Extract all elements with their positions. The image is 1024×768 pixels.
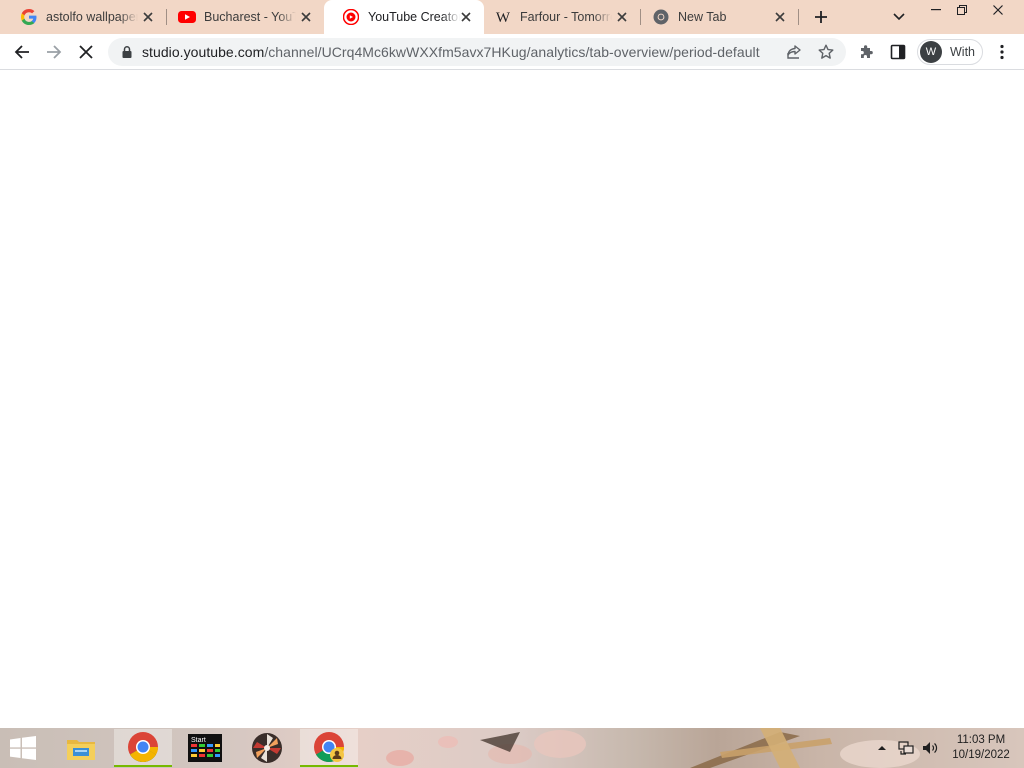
- page-content-blank: [0, 71, 1024, 728]
- app-grid-taskbar-button[interactable]: Start: [176, 729, 234, 767]
- svg-text:W: W: [496, 10, 511, 24]
- tab-youtube-creator-studio[interactable]: YouTube Creator Studio: [324, 0, 484, 34]
- chrome-profile-taskbar-button[interactable]: [300, 729, 358, 767]
- close-icon: [993, 5, 1003, 15]
- clock-time: 11:03 PM: [956, 734, 1006, 746]
- bookmark-star-icon[interactable]: [816, 42, 836, 62]
- avatar: W: [920, 41, 942, 63]
- tab-title: YouTube Creator Studio: [368, 10, 460, 24]
- tab-new-tab[interactable]: New Tab: [634, 0, 798, 34]
- stop-loading-button[interactable]: [72, 38, 100, 66]
- side-panel-button[interactable]: [884, 38, 912, 66]
- extensions-button[interactable]: [852, 38, 880, 66]
- side-panel-icon: [890, 44, 906, 60]
- windows-logo-icon: [10, 736, 36, 760]
- file-explorer-taskbar-button[interactable]: [52, 729, 110, 767]
- network-tray-icon[interactable]: [898, 740, 914, 756]
- share-icon[interactable]: [784, 42, 804, 62]
- close-tab-icon[interactable]: [458, 9, 474, 25]
- plus-icon: [815, 11, 827, 23]
- volume-tray-icon[interactable]: [922, 740, 938, 756]
- pinwheel-app-taskbar-button[interactable]: [238, 729, 296, 767]
- arrow-right-icon: [47, 45, 62, 59]
- chrome-taskbar-button[interactable]: [114, 729, 172, 767]
- back-button[interactable]: [8, 38, 36, 66]
- restore-icon: [957, 5, 967, 15]
- app-grid-icon: Start: [188, 734, 222, 762]
- google-icon: [20, 8, 38, 26]
- tab-title: Farfour - Tomorrow's Pioneers: [520, 10, 612, 24]
- browser-toolbar: studio.youtube.com/channel/UCrq4Mc6kwWXX…: [0, 34, 1024, 70]
- forward-button[interactable]: [40, 38, 68, 66]
- address-bar[interactable]: studio.youtube.com/channel/UCrq4Mc6kwWXX…: [108, 38, 846, 66]
- profile-button[interactable]: W With: [917, 39, 983, 65]
- windows-taskbar: Start 11:03 PM 10/19/2022: [0, 728, 1024, 768]
- windows-start-button[interactable]: [6, 734, 40, 762]
- tab-title: astolfo wallpaper: [46, 10, 138, 24]
- restore-button[interactable]: [944, 0, 980, 20]
- url-path: /channel/UCrq4Mc6kwWXXfm5avx7HKug/analyt…: [264, 44, 760, 60]
- chrome-icon: [128, 732, 159, 763]
- profile-name: With: [950, 45, 975, 59]
- browser-menu-button[interactable]: [988, 38, 1016, 66]
- youtube-studio-icon: [342, 8, 360, 26]
- tab-farfour-wikipedia[interactable]: W Farfour - Tomorrow's Pioneers: [476, 0, 640, 34]
- close-tab-icon[interactable]: [614, 9, 630, 25]
- url-host: studio.youtube.com: [142, 44, 265, 60]
- new-tab-button[interactable]: [810, 6, 832, 28]
- tab-title: Bucharest - YouTube: [204, 10, 296, 24]
- tab-bucharest-youtube[interactable]: Bucharest - YouTube: [160, 0, 324, 34]
- close-tab-icon[interactable]: [298, 9, 314, 25]
- app-tile-label: Start: [191, 737, 206, 744]
- kebab-menu-icon: [1000, 44, 1004, 60]
- tab-title: New Tab: [678, 10, 727, 24]
- arrow-left-icon: [14, 45, 29, 59]
- close-window-button[interactable]: [980, 0, 1016, 20]
- chrome-profile-icon: [314, 732, 344, 763]
- wikipedia-icon: W: [494, 8, 512, 26]
- chrome-icon: [652, 8, 670, 26]
- show-hidden-icons-button[interactable]: [874, 740, 890, 756]
- lock-icon: [122, 46, 132, 58]
- chevron-down-icon: [893, 13, 905, 21]
- speaker-icon: [923, 742, 938, 754]
- file-explorer-icon: [67, 740, 95, 760]
- network-icon: [898, 741, 914, 755]
- tab-astolfo-wallpaper[interactable]: astolfo wallpaper: [2, 0, 166, 34]
- system-clock[interactable]: 11:03 PM 10/19/2022: [944, 733, 1018, 763]
- youtube-icon: [178, 8, 196, 26]
- clock-date: 10/19/2022: [952, 749, 1010, 761]
- stop-icon: [79, 45, 93, 59]
- minimize-icon: [931, 9, 941, 11]
- tab-search-button[interactable]: [889, 7, 909, 27]
- chevron-up-icon: [878, 746, 886, 750]
- pinwheel-app-icon: [252, 733, 282, 763]
- tab-divider: [798, 9, 799, 25]
- close-tab-icon[interactable]: [140, 9, 156, 25]
- close-tab-icon[interactable]: [772, 9, 788, 25]
- puzzle-piece-icon: [861, 45, 873, 58]
- tab-strip: astolfo wallpaper Bucharest - YouTube Yo…: [0, 0, 1024, 34]
- url-text: studio.youtube.com/channel/UCrq4Mc6kwWXX…: [142, 44, 760, 60]
